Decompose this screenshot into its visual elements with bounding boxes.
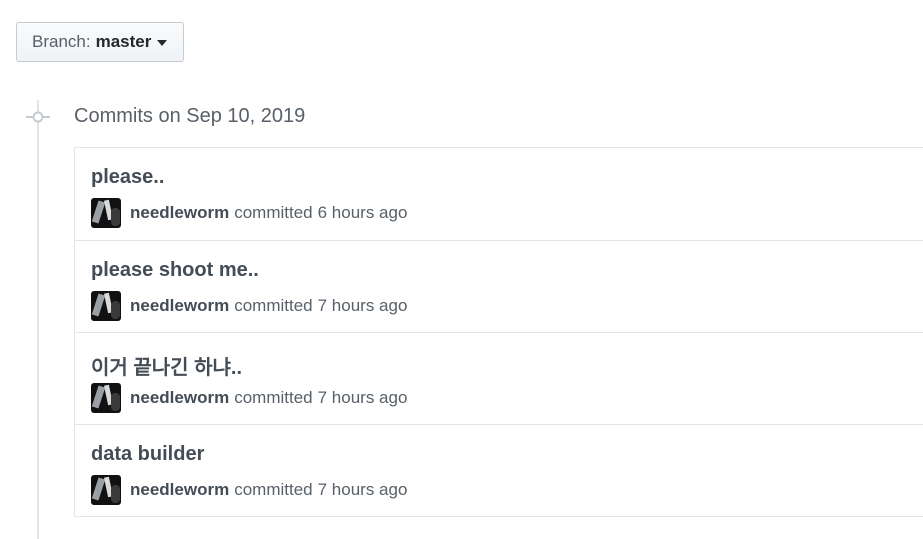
commit-meta: needleworm committed 7 hours ago: [91, 291, 407, 321]
branch-prefix-label: Branch:: [32, 32, 91, 51]
commit-action-label: committed: [234, 388, 313, 407]
branch-name-label: master: [95, 32, 152, 51]
commit-action-label: committed: [234, 203, 313, 222]
commit-title-link[interactable]: please shoot me..: [91, 259, 259, 282]
avatar[interactable]: [91, 383, 121, 413]
branch-select-button[interactable]: Branch: master: [16, 22, 184, 62]
commit-meta: needleworm committed 7 hours ago: [91, 383, 407, 413]
commit-group-date-heading: Commits on Sep 10, 2019: [74, 105, 306, 127]
git-commit-icon: [26, 111, 50, 123]
commit-item: 이거 끝나긴 하냐.. needleworm committed 7 hours…: [75, 332, 923, 424]
commit-time: 6 hours ago: [317, 203, 408, 222]
commit-action-label: committed: [234, 480, 313, 499]
commit-action-label: committed: [234, 296, 313, 315]
commit-author-link[interactable]: needleworm: [130, 480, 229, 500]
commit-time: 7 hours ago: [317, 480, 408, 499]
commit-item: data builder needleworm committed 7 hour…: [75, 424, 923, 516]
commit-author-link[interactable]: needleworm: [130, 203, 229, 223]
avatar[interactable]: [91, 291, 121, 321]
timeline-line: [37, 100, 39, 539]
avatar[interactable]: [91, 198, 121, 228]
commit-meta: needleworm committed 6 hours ago: [91, 198, 407, 228]
commit-time: 7 hours ago: [317, 296, 408, 315]
commit-author-link[interactable]: needleworm: [130, 296, 229, 316]
commit-author-link[interactable]: needleworm: [130, 388, 229, 408]
commit-title-link[interactable]: please..: [91, 166, 164, 189]
commit-time: 7 hours ago: [317, 388, 408, 407]
commit-list: please.. needleworm committed 6 hours ag…: [74, 147, 923, 517]
commit-title-link[interactable]: data builder: [91, 443, 204, 466]
commit-meta: needleworm committed 7 hours ago: [91, 475, 407, 505]
commit-item: please.. needleworm committed 6 hours ag…: [75, 148, 923, 240]
avatar[interactable]: [91, 475, 121, 505]
caret-down-icon: [157, 40, 168, 46]
commit-item: please shoot me.. needleworm committed 7…: [75, 240, 923, 332]
commit-title-link[interactable]: 이거 끝나긴 하냐..: [91, 351, 242, 380]
